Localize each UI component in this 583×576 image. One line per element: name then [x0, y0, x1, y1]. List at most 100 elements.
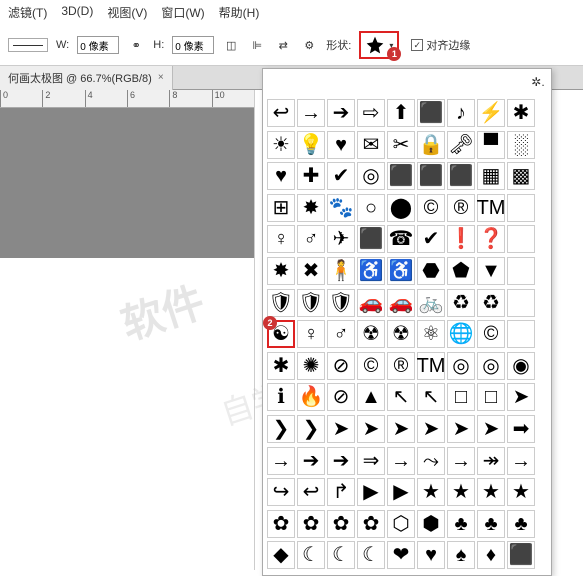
shape-cell[interactable]: ✱	[507, 99, 535, 127]
shape-cell[interactable]: ❗	[447, 225, 475, 253]
shape-cell[interactable]: ◉	[507, 352, 535, 380]
shape-cell[interactable]: ↠	[477, 447, 505, 475]
align-icon[interactable]: ⊫	[248, 36, 266, 54]
shape-cell[interactable]: ▦	[477, 162, 505, 190]
doc-tab[interactable]: 何画太极图 @ 66.7%(RGB/8) ×	[0, 66, 173, 90]
shape-cell[interactable]: ⬛	[357, 225, 385, 253]
shape-cell[interactable]: 🚗	[357, 289, 385, 317]
align-edges-checkbox[interactable]: ✓ 对齐边缘	[411, 37, 470, 53]
shape-cell[interactable]: ↖	[387, 383, 415, 411]
shape-cell[interactable]: ✿	[297, 510, 325, 538]
shape-cell[interactable]: 🔥	[297, 383, 325, 411]
menu-filter[interactable]: 滤镜(T)	[8, 4, 47, 21]
shape-cell[interactable]: ⬛	[417, 162, 445, 190]
shape-cell[interactable]: ♣	[447, 510, 475, 538]
shape-cell[interactable]: ⬛	[447, 162, 475, 190]
shape-cell[interactable]: ◎	[477, 352, 505, 380]
shape-cell[interactable]: →	[267, 447, 295, 475]
shape-cell[interactable]: ▀	[477, 131, 505, 159]
shape-cell[interactable]: ✚	[297, 162, 325, 190]
shape-cell[interactable]: ░	[507, 131, 535, 159]
shape-cell[interactable]: ✿	[267, 510, 295, 538]
panel-gear-icon[interactable]: ✲.	[529, 73, 547, 91]
shape-cell[interactable]: ◆	[267, 541, 295, 569]
menu-3d[interactable]: 3D(D)	[61, 4, 93, 21]
gear-icon[interactable]: ⚙	[300, 36, 318, 54]
menu-view[interactable]: 视图(V)	[107, 4, 147, 21]
shape-cell[interactable]: ▲	[357, 383, 385, 411]
stroke-preview[interactable]	[8, 38, 48, 52]
shape-picker-dropdown[interactable]: ▾ 1	[359, 31, 399, 59]
shape-cell[interactable]: ℹ	[267, 383, 295, 411]
width-input[interactable]	[77, 36, 119, 54]
shape-cell[interactable]: ➔	[327, 447, 355, 475]
shape-cell[interactable]: ♂	[297, 225, 325, 253]
shape-cell[interactable]: ✿	[357, 510, 385, 538]
canvas-dark[interactable]	[0, 108, 254, 258]
shape-cell[interactable]: ✸	[267, 257, 295, 285]
shape-cell[interactable]: ☾	[357, 541, 385, 569]
shape-cell[interactable]: ♪	[447, 99, 475, 127]
shape-cell[interactable]: ◎	[357, 162, 385, 190]
shape-cell[interactable]: ❯	[267, 415, 295, 443]
shape-cell[interactable]: ▶	[387, 478, 415, 506]
shape-cell[interactable]: 🔒	[417, 131, 445, 159]
shape-cell[interactable]: ⚡	[477, 99, 505, 127]
shape-cell[interactable]: ➔	[297, 447, 325, 475]
shape-cell[interactable]: →	[447, 447, 475, 475]
shape-cell[interactable]: 💡	[297, 131, 325, 159]
shape-cell[interactable]: ➤	[507, 383, 535, 411]
shape-cell[interactable]: ®	[447, 194, 475, 222]
shape-cell[interactable]: ➤	[357, 415, 385, 443]
shape-cell[interactable]: 🛡	[297, 289, 325, 317]
shape-cell[interactable]: ⬡	[387, 510, 415, 538]
shape-cell[interactable]: ⊞	[267, 194, 295, 222]
shape-cell[interactable]: ➤	[417, 415, 445, 443]
close-icon[interactable]: ×	[158, 72, 164, 83]
shape-cell[interactable]: ★	[417, 478, 445, 506]
shape-cell[interactable]: ★	[447, 478, 475, 506]
shape-cell[interactable]: ❯	[297, 415, 325, 443]
shape-cell[interactable]: ✉	[357, 131, 385, 159]
shape-cell[interactable]: ♣	[507, 510, 535, 538]
shape-cell[interactable]: ⬤	[387, 194, 415, 222]
shape-cell[interactable]: ®	[387, 352, 415, 380]
canvas-white[interactable]	[0, 258, 254, 538]
shape-cell[interactable]: ⊘	[327, 383, 355, 411]
shape-cell[interactable]: ✿	[327, 510, 355, 538]
shape-cell[interactable]: ✺	[297, 352, 325, 380]
shape-cell[interactable]: ⇨	[357, 99, 385, 127]
shape-cell[interactable]: 🛡	[267, 289, 295, 317]
shape-cell[interactable]: ⚛	[417, 320, 445, 348]
shape-cell[interactable]: ⇒	[357, 447, 385, 475]
shape-cell[interactable]: ↪	[267, 478, 295, 506]
shape-cell[interactable]: ❤	[387, 541, 415, 569]
shape-cell[interactable]: ✔	[327, 162, 355, 190]
shape-cell[interactable]: ⊘	[327, 352, 355, 380]
shape-cell[interactable]: →	[387, 447, 415, 475]
shape-cell[interactable]	[507, 194, 535, 222]
shape-cell[interactable]: ♻	[447, 289, 475, 317]
shape-cell[interactable]: ◎	[447, 352, 475, 380]
shape-cell[interactable]: ★	[477, 478, 505, 506]
shape-cell[interactable]: ☀	[267, 131, 295, 159]
menu-help[interactable]: 帮助(H)	[219, 4, 260, 21]
shape-cell[interactable]: ♣	[477, 510, 505, 538]
shape-cell[interactable]: ✈	[327, 225, 355, 253]
link-icon[interactable]: ⚭	[127, 36, 145, 54]
shape-cell[interactable]: ▶	[357, 478, 385, 506]
shape-cell[interactable]: ♂	[327, 320, 355, 348]
shape-cell[interactable]: ♥	[267, 162, 295, 190]
shape-cell[interactable]: 🐾	[327, 194, 355, 222]
shape-cell[interactable]: 🗝	[447, 131, 475, 159]
shape-cell[interactable]: 🚲	[417, 289, 445, 317]
shape-cell[interactable]: ⤳	[417, 447, 445, 475]
shape-cell[interactable]: ⬛	[387, 162, 415, 190]
shape-cell[interactable]: ♠	[447, 541, 475, 569]
shape-cell[interactable]: ✸	[297, 194, 325, 222]
shape-cell[interactable]: ♿	[357, 257, 385, 285]
shape-cell[interactable]: 🌐	[447, 320, 475, 348]
shape-cell[interactable]: ©	[477, 320, 505, 348]
shape-cell[interactable]: ➤	[327, 415, 355, 443]
shape-cell[interactable]: ▼	[477, 257, 505, 285]
